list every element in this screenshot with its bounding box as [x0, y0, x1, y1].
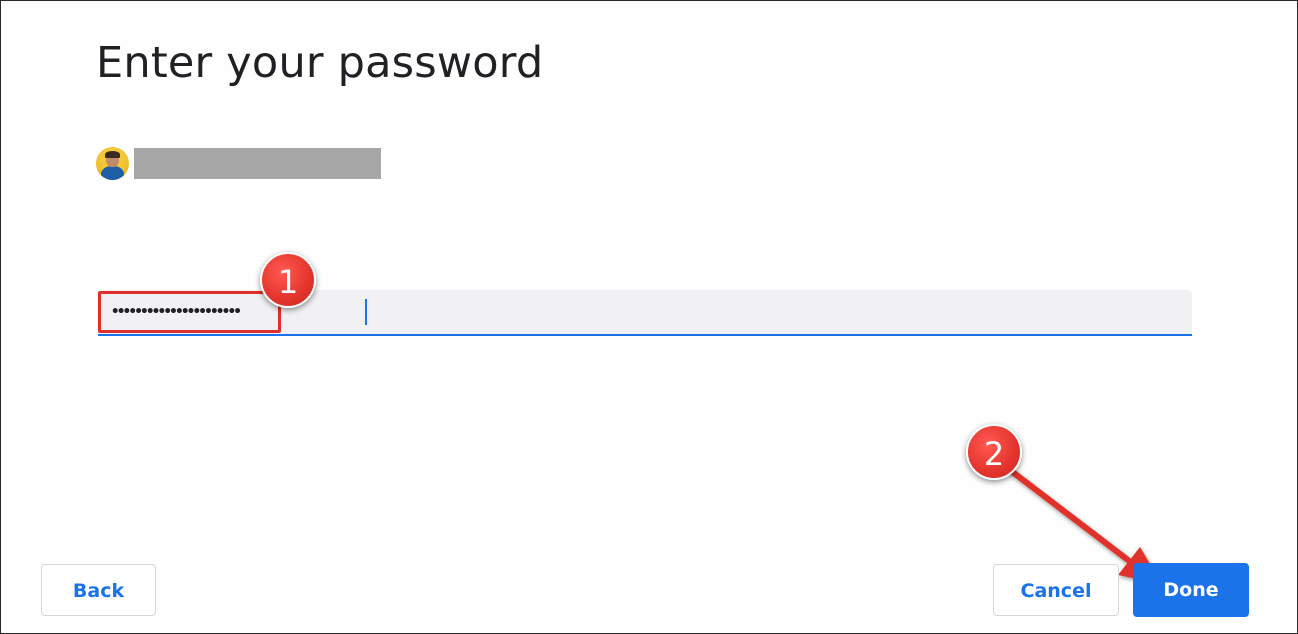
page-title: Enter your password — [96, 38, 544, 88]
step-2-badge: 2 — [966, 424, 1022, 480]
cancel-button[interactable]: Cancel — [993, 564, 1119, 616]
step-1-badge: 1 — [260, 252, 316, 308]
annotation-highlight-box — [98, 291, 281, 333]
done-button[interactable]: Done — [1133, 563, 1249, 617]
field-focus-underline — [98, 334, 1192, 336]
text-caret — [365, 299, 367, 325]
back-button[interactable]: Back — [41, 564, 156, 616]
avatar — [96, 146, 129, 180]
account-chip — [96, 146, 381, 180]
redacted-account-name — [134, 147, 381, 179]
